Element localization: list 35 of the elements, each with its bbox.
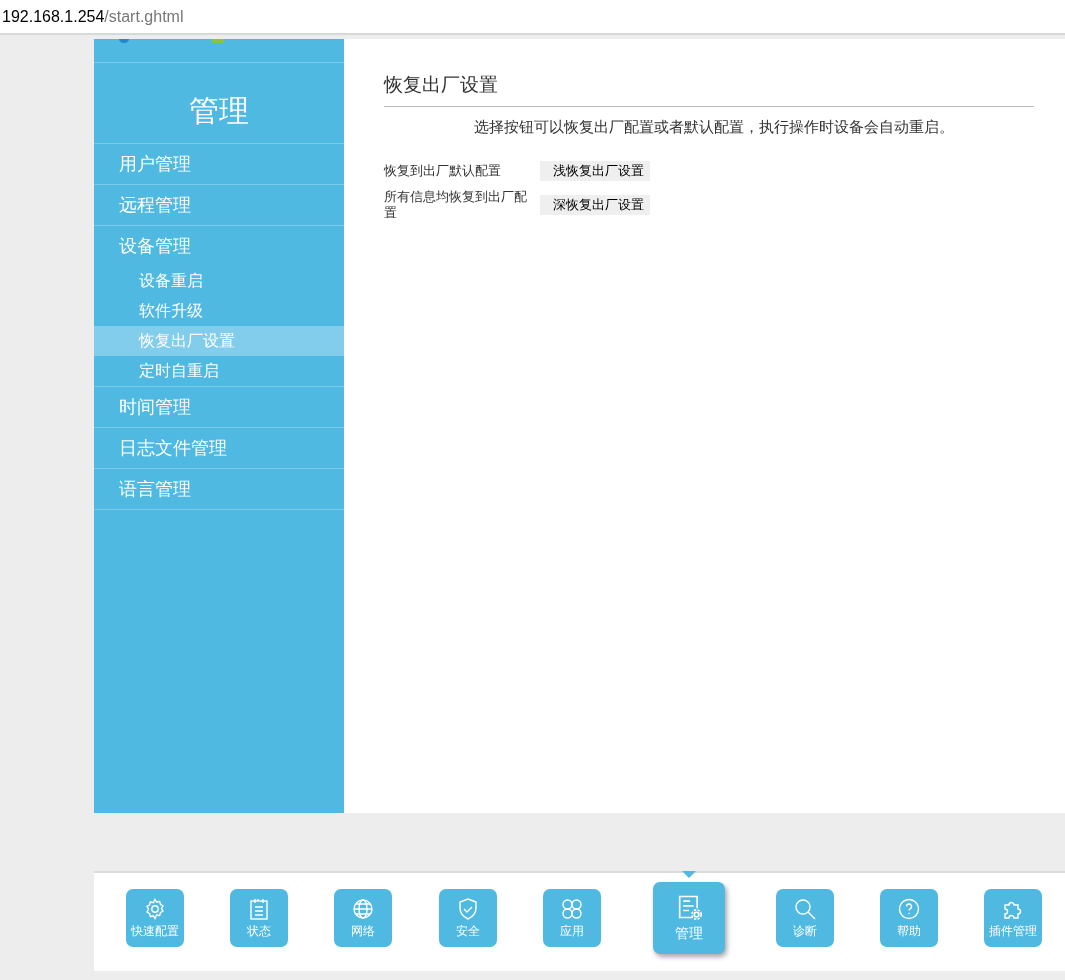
magnifier-icon: [793, 896, 817, 921]
menu-item[interactable]: 语言管理: [94, 469, 344, 509]
page-title: 恢复出厂设置: [384, 74, 498, 95]
nav-button[interactable]: 诊断: [776, 889, 834, 947]
shield-check-icon: [456, 896, 480, 921]
submenu-item[interactable]: 软件升级: [94, 296, 344, 326]
menu-item[interactable]: 设备管理: [94, 226, 344, 266]
nav-button[interactable]: 应用: [543, 889, 601, 947]
submenu-item[interactable]: 恢复出厂设置: [94, 326, 344, 356]
nav-button[interactable]: 状态: [230, 889, 288, 947]
nav-button[interactable]: 帮助: [880, 889, 938, 947]
question-icon: [897, 896, 921, 921]
setting-label: 所有信息均恢复到出厂配置: [384, 188, 528, 221]
selection-pointer: [682, 871, 696, 878]
submenu-item[interactable]: 设备重启: [94, 266, 344, 296]
menu-item[interactable]: 用户管理: [94, 144, 344, 184]
nav-button[interactable]: 管理: [653, 882, 725, 954]
menu-item[interactable]: 远程管理: [94, 185, 344, 225]
four-petal-icon: [560, 896, 584, 921]
setting-label: 恢复到出厂默认配置: [384, 162, 502, 179]
nav-button[interactable]: 快速配置: [126, 889, 184, 947]
menu-item[interactable]: 日志文件管理: [94, 428, 344, 468]
reset-button[interactable]: 深恢复出厂设置: [540, 194, 650, 215]
reset-button[interactable]: 浅恢复出厂设置: [540, 160, 650, 181]
description-text: 选择按钮可以恢复出厂配置或者默认配置，执行操作时设备会自动重启。: [474, 117, 954, 135]
nav-button[interactable]: 安全: [439, 889, 497, 947]
nav-button[interactable]: 插件管理: [984, 889, 1042, 947]
sidebar-title: 管理: [189, 93, 249, 129]
gear-icon: [143, 896, 167, 921]
submenu-item[interactable]: 定时自重启: [94, 356, 344, 386]
address-text[interactable]: 192.168.1.254/start.ghtml: [2, 4, 184, 29]
clipboard-icon: [247, 896, 271, 921]
globe-icon: [351, 896, 375, 921]
menu-item[interactable]: 时间管理: [94, 387, 344, 427]
nav-button[interactable]: 网络: [334, 889, 392, 947]
